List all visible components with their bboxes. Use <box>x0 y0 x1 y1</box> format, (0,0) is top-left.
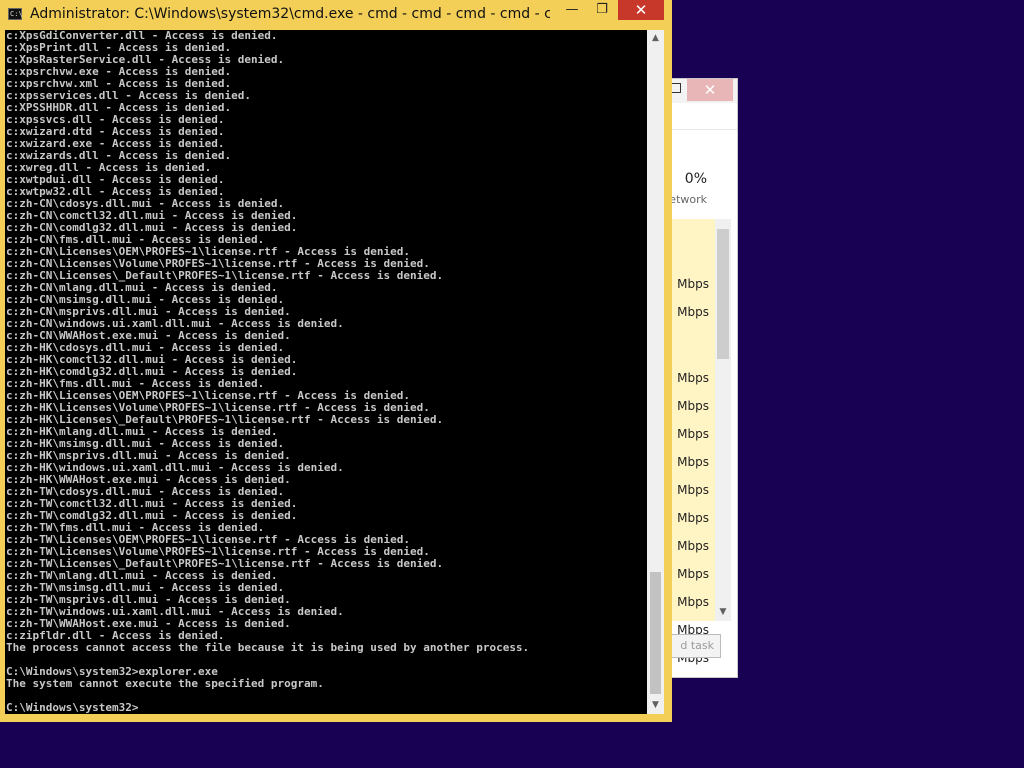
maximize-icon[interactable] <box>671 83 681 93</box>
console-line: C:\Windows\system32> <box>6 701 139 714</box>
task-manager-close-button[interactable]: ✕ <box>687 79 733 101</box>
console-line: The process cannot access the file becau… <box>6 641 530 654</box>
task-manager-window[interactable]: ✕ 0% etwork Mbps Mbps Mbps Mbps Mbps Mbps Mbps… <box>666 78 738 678</box>
network-value: Mbps <box>677 539 709 553</box>
network-value: Mbps <box>677 427 709 441</box>
task-manager-scrollbar[interactable]: ▼ <box>715 219 731 621</box>
restore-button[interactable]: ❐ <box>588 0 616 20</box>
console-lines: c:XpsGdiConverter.dll - Access is denied… <box>6 30 529 714</box>
cmd-titlebar[interactable]: C:\ Administrator: C:\Windows\system32\c… <box>0 0 672 30</box>
scroll-down-icon[interactable]: ▼ <box>647 697 664 714</box>
network-value: Mbps <box>677 371 709 385</box>
network-value: Mbps <box>677 483 709 497</box>
network-column-header[interactable]: etwork <box>669 193 707 206</box>
network-value: Mbps <box>677 595 709 609</box>
scrollbar-thumb[interactable] <box>650 572 661 694</box>
scrollbar-thumb[interactable] <box>717 229 729 359</box>
window-title: Administrator: C:\Windows\system32\cmd.e… <box>30 6 550 22</box>
network-column: Mbps Mbps Mbps Mbps Mbps Mbps Mbps Mbps Mbps Mbps… <box>667 219 715 665</box>
task-manager-titlebar[interactable]: ✕ <box>667 79 737 103</box>
console-line: The system cannot execute the specified … <box>6 677 324 690</box>
network-value: Mbps <box>677 511 709 525</box>
network-value: Mbps <box>677 455 709 469</box>
network-value: Mbps <box>677 567 709 581</box>
scroll-down-icon[interactable]: ▼ <box>715 607 731 621</box>
console-scrollbar[interactable]: ▲ ▼ <box>647 30 664 714</box>
cmd-window[interactable]: C:\ Administrator: C:\Windows\system32\c… <box>0 0 672 722</box>
close-button[interactable]: ✕ <box>618 0 664 20</box>
network-value: Mbps <box>677 277 709 291</box>
end-task-button[interactable]: d task <box>667 634 721 658</box>
network-value: Mbps <box>677 305 709 319</box>
task-manager-tab-strip <box>667 103 737 130</box>
cmd-app-icon[interactable]: C:\ <box>8 8 23 20</box>
network-percent: 0% <box>684 171 707 187</box>
network-value: Mbps <box>677 399 709 413</box>
console-output[interactable]: c:XpsGdiConverter.dll - Access is denied… <box>5 30 647 714</box>
scroll-up-icon[interactable]: ▲ <box>647 30 664 47</box>
minimize-button[interactable]: — <box>558 0 586 20</box>
